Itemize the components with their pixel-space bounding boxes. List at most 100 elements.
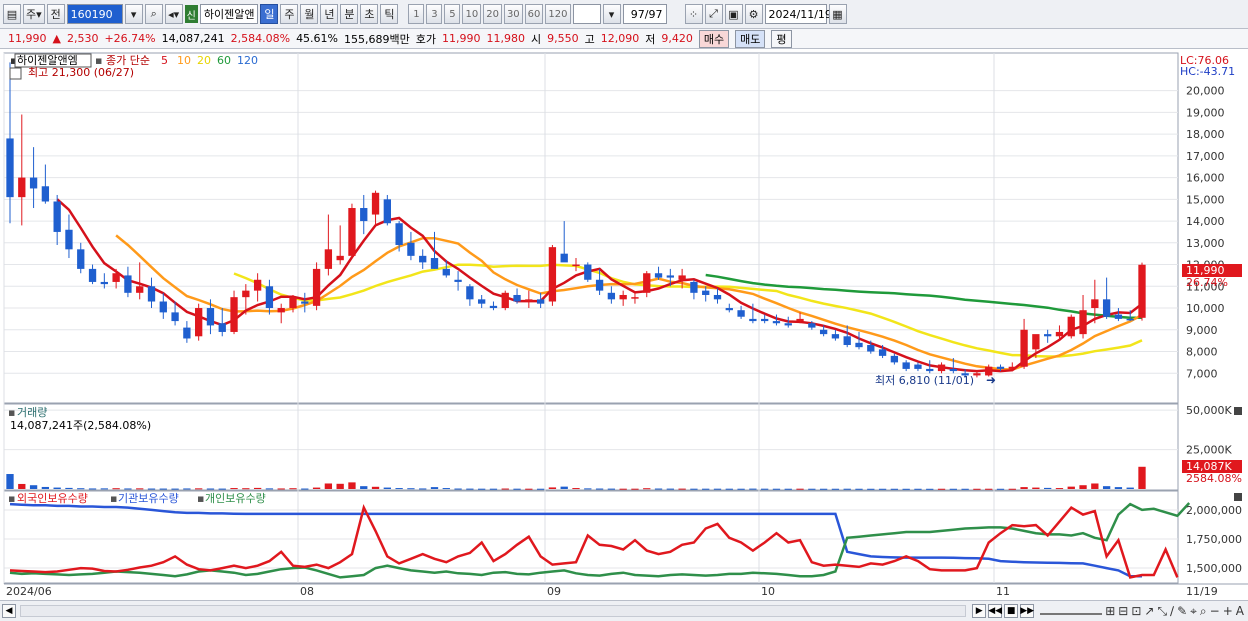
fib-icon[interactable]: ⤡	[1157, 604, 1167, 619]
horizontal-scrollbar[interactable]	[20, 605, 967, 617]
volume-bar	[690, 488, 698, 490]
text-icon[interactable]: A	[1236, 604, 1244, 618]
volume-bar	[242, 488, 250, 490]
volume-bar	[666, 488, 674, 490]
period-week[interactable]: 주	[280, 4, 299, 24]
candle-body	[725, 308, 733, 311]
candle-body	[890, 355, 899, 363]
stock-chart[interactable]: 20,000 19,000 18,000 17,000 16,000 15,000 14,0…	[0, 50, 1248, 600]
volume-bar	[1138, 466, 1146, 489]
candle-body	[265, 286, 274, 309]
interval-60[interactable]: 60	[524, 4, 544, 24]
volume-bar	[124, 488, 132, 490]
pen-icon[interactable]: ✎	[1177, 604, 1187, 618]
scroll-left-icon[interactable]: ◀	[2, 604, 16, 618]
interval-3[interactable]: 3	[426, 4, 443, 24]
settings-gear-icon[interactable]: ⚙	[744, 4, 763, 24]
interval-dropdown-icon[interactable]: ▾	[602, 4, 621, 24]
compare-icon[interactable]: ⊟	[1118, 604, 1128, 618]
plus-icon[interactable]: +	[1223, 604, 1233, 618]
rewind-icon[interactable]: ◀◀	[988, 604, 1003, 618]
interval-120[interactable]: 120	[545, 4, 571, 24]
date-input[interactable]: 2024/11/19	[764, 4, 832, 24]
buy-button[interactable]: 매수	[698, 29, 730, 48]
period-month[interactable]: 월	[300, 4, 319, 24]
x-tick-label: 10	[761, 585, 775, 598]
volume-bar	[572, 488, 580, 490]
volume-bar	[88, 488, 97, 490]
volume-bar	[159, 488, 167, 490]
candle-body	[702, 290, 710, 295]
volume-bar	[289, 488, 297, 490]
candle-body	[1102, 299, 1111, 317]
volume-bar	[65, 487, 73, 489]
search-icon[interactable]: ⌕	[144, 4, 163, 24]
eval-button[interactable]: 평	[771, 29, 792, 48]
volume-bar	[430, 487, 439, 489]
volume-bar	[348, 482, 356, 489]
stock-code-input[interactable]: 160190	[66, 4, 123, 24]
sell-button[interactable]: 매도	[735, 29, 766, 48]
line-icon[interactable]: ∕	[1170, 604, 1174, 618]
holdings-tick-label: 1,500,000	[1186, 562, 1242, 575]
fast-forward-icon[interactable]: ▶▶	[1020, 604, 1035, 618]
magnet-icon[interactable]: ⌖	[1190, 604, 1197, 619]
stop-icon[interactable]: ■	[1004, 604, 1019, 618]
prev-button[interactable]: 전	[46, 4, 65, 24]
volume-bar	[206, 488, 215, 490]
high-label: 고	[584, 32, 595, 46]
candle-body	[996, 366, 1005, 369]
sound-icon[interactable]: ◂▾	[164, 4, 183, 24]
candle-body	[430, 258, 439, 269]
save-icon[interactable]: ▣	[724, 4, 743, 24]
calendar-small-icon[interactable]	[9, 67, 22, 80]
volume-bar	[937, 488, 946, 490]
interval-20[interactable]: 20	[483, 4, 502, 24]
candle-body	[348, 208, 356, 256]
volume-panel-close-icon[interactable]	[1234, 407, 1242, 415]
volume-bar	[1067, 486, 1075, 489]
price-tick-label: 20,000	[1186, 85, 1225, 98]
minus-icon[interactable]: −	[1210, 604, 1220, 618]
volume-bar	[749, 488, 757, 490]
candle-body	[690, 281, 698, 293]
volume-bar	[560, 486, 568, 489]
volume-bar	[631, 488, 639, 490]
overlay-icon[interactable]: ⁘	[684, 4, 703, 24]
play-icon[interactable]: ▶	[972, 604, 987, 618]
crosshair-icon[interactable]: ⊞	[1105, 604, 1115, 618]
period-second[interactable]: 초	[360, 4, 379, 24]
holdings-panel-close-icon[interactable]	[1234, 493, 1242, 501]
volume-bar	[253, 487, 262, 489]
interval-1[interactable]: 1	[408, 4, 425, 24]
custom-interval-input[interactable]	[572, 4, 601, 24]
candle-body	[572, 264, 580, 267]
interval-30[interactable]: 30	[503, 4, 523, 24]
bottom-bar: ◀ ▶ ◀◀ ■ ▶▶ ⊞ ⊟ ⊡ ↗ ⤡ ∕ ✎ ⌖ ⌕ − + A	[0, 600, 1248, 621]
calendar-icon[interactable]: ▦	[828, 4, 847, 24]
volume-bar	[312, 487, 321, 489]
interval-10[interactable]: 10	[462, 4, 482, 24]
period-minute[interactable]: 분	[340, 4, 359, 24]
interval-5[interactable]: 5	[444, 4, 461, 24]
period-day[interactable]: 일	[260, 4, 279, 24]
ma-60-label: 60	[217, 54, 231, 67]
trade-amount: 155,689백만	[344, 32, 410, 46]
period-tick[interactable]: 틱	[380, 4, 399, 24]
candle-body	[654, 273, 663, 278]
trend-icon[interactable]: ↗	[1144, 604, 1154, 618]
market-select[interactable]: 주 ▾	[23, 4, 45, 24]
chart-area[interactable]: 20,000 19,000 18,000 17,000 16,000 15,000 14,0…	[0, 50, 1248, 621]
table-icon[interactable]: ⊡	[1131, 604, 1141, 618]
x-tick-label: 11	[996, 585, 1010, 598]
candle-body	[584, 264, 592, 280]
draw-tool-icon[interactable]: ⤢	[704, 4, 723, 24]
window-menu-icon[interactable]: ▤	[3, 4, 21, 24]
zoom-icon[interactable]: ⌕	[1200, 604, 1207, 619]
count-input[interactable]: 97/97	[622, 4, 667, 24]
candle-body	[1044, 334, 1052, 337]
candle-body	[831, 334, 840, 339]
period-year[interactable]: 년	[320, 4, 339, 24]
zoom-slider[interactable]	[1040, 607, 1103, 615]
code-dropdown-icon[interactable]: ▾	[124, 4, 143, 24]
